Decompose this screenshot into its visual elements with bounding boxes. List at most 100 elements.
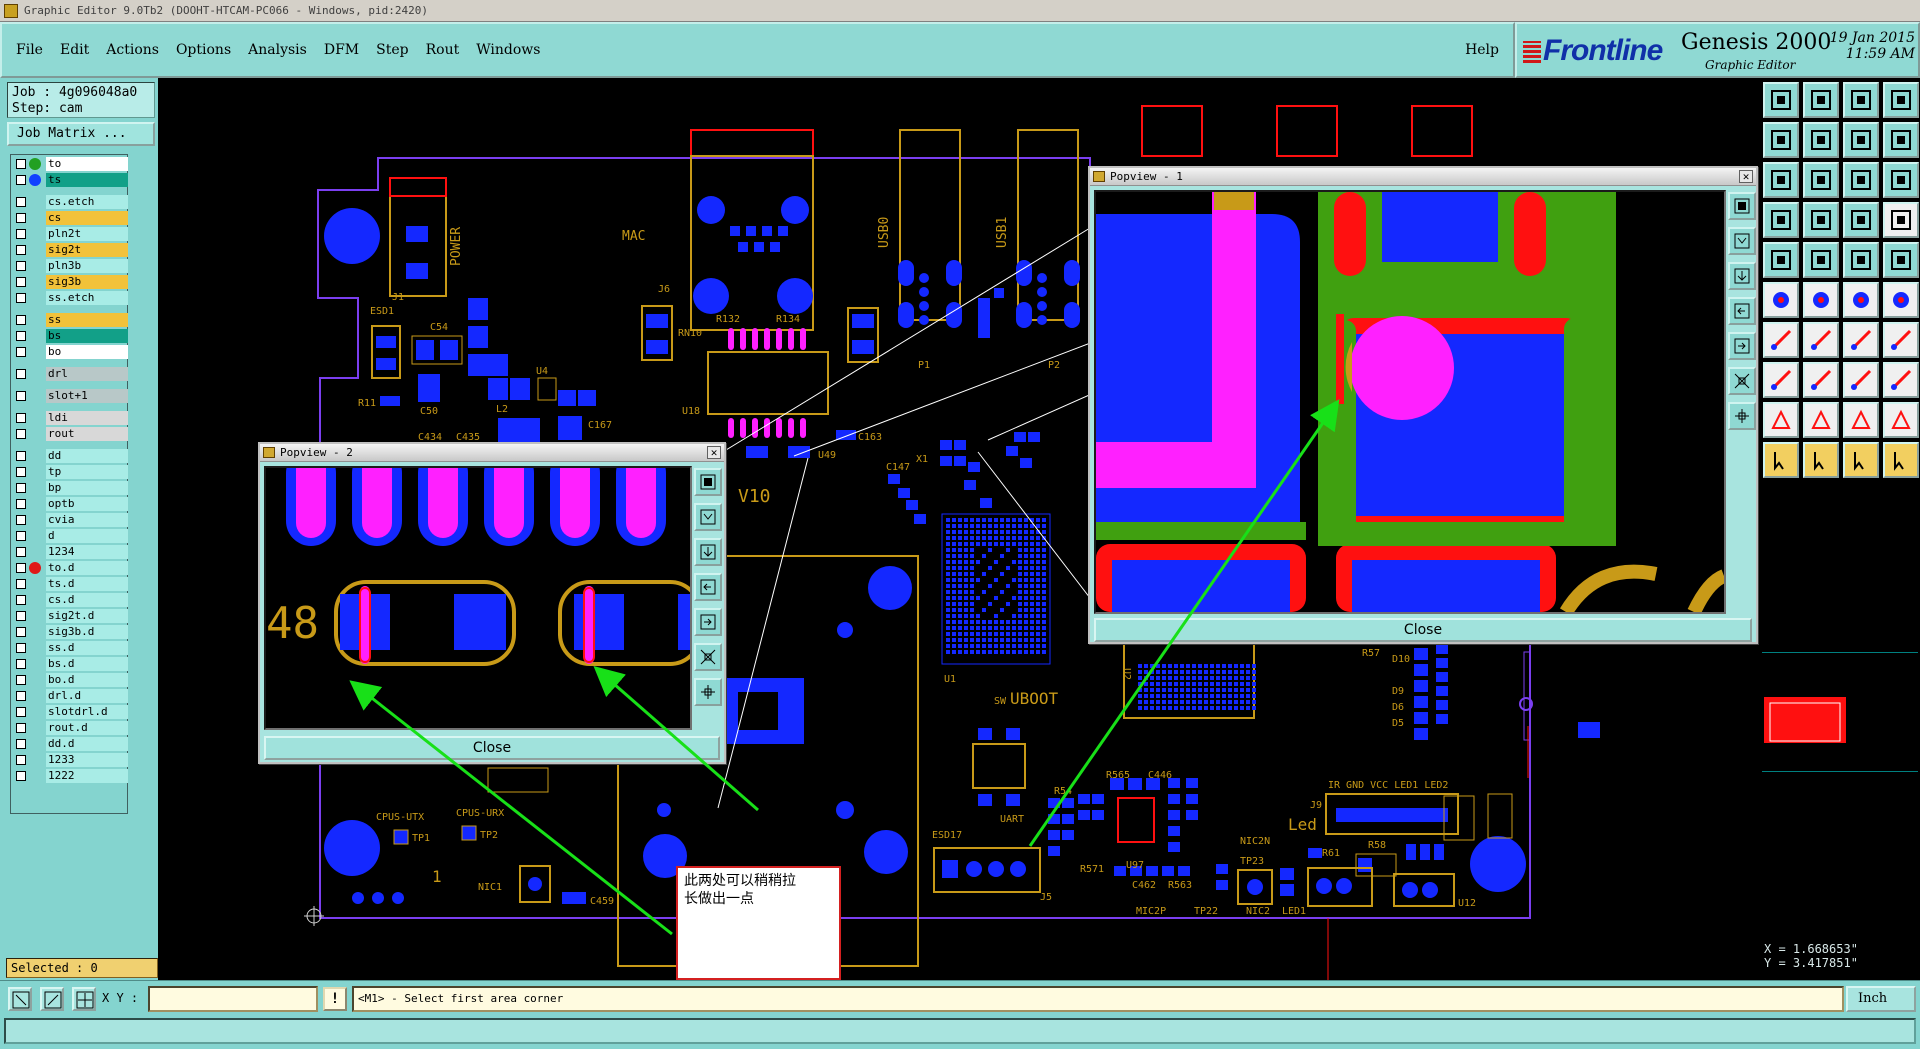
tool-button-15[interactable] (1843, 202, 1879, 238)
layer-checkbox[interactable] (16, 739, 26, 749)
minimap[interactable] (1762, 652, 1918, 772)
tool-button-12[interactable] (1883, 162, 1919, 198)
layer-checkbox[interactable] (16, 643, 26, 653)
tool-button-22[interactable] (1803, 282, 1839, 318)
tool-button-17[interactable] (1763, 242, 1799, 278)
layer-row[interactable]: 1222 (12, 769, 128, 783)
layer-name[interactable]: dd (46, 449, 128, 463)
popview-1-tool-6[interactable] (1728, 367, 1756, 395)
layer-name[interactable]: rout (46, 427, 128, 441)
tool-button-28[interactable] (1883, 322, 1919, 358)
layer-checkbox[interactable] (16, 451, 26, 461)
popview-2-tool-5[interactable] (694, 608, 722, 636)
edit-mode-button[interactable] (40, 987, 64, 1011)
popview-1-tool-3[interactable] (1728, 262, 1756, 290)
tool-button-33[interactable] (1763, 402, 1799, 438)
tool-button-5[interactable] (1763, 122, 1799, 158)
popview-2-tool-6[interactable] (694, 643, 722, 671)
layer-name[interactable]: sig2t.d (46, 609, 128, 623)
tool-button-29[interactable] (1763, 362, 1799, 398)
layer-row[interactable]: ss.d (12, 641, 128, 655)
popview-2-view[interactable]: 48 (264, 466, 692, 730)
layer-name[interactable]: 1233 (46, 753, 128, 767)
tool-button-7[interactable] (1843, 122, 1879, 158)
tool-button-39[interactable] (1843, 442, 1879, 478)
tool-button-8[interactable] (1883, 122, 1919, 158)
layer-row[interactable]: bo (12, 345, 128, 359)
layer-name[interactable]: pln3b (46, 259, 128, 273)
grid-mode-button[interactable] (72, 987, 96, 1011)
layer-checkbox[interactable] (16, 347, 26, 357)
layer-checkbox[interactable] (16, 563, 26, 573)
tool-button-35[interactable] (1843, 402, 1879, 438)
tool-button-26[interactable] (1803, 322, 1839, 358)
xy-input[interactable] (148, 986, 318, 1012)
layer-row[interactable]: dd.d (12, 737, 128, 751)
layer-checkbox[interactable] (16, 611, 26, 621)
layer-name[interactable]: sig3b.d (46, 625, 128, 639)
layer-row[interactable]: slot+1 (12, 389, 128, 403)
layer-row[interactable]: ss.etch (12, 291, 128, 305)
tool-button-14[interactable] (1803, 202, 1839, 238)
tool-button-13[interactable] (1763, 202, 1799, 238)
layer-checkbox[interactable] (16, 277, 26, 287)
layer-row[interactable]: drl.d (12, 689, 128, 703)
tool-button-25[interactable] (1763, 322, 1799, 358)
layer-checkbox[interactable] (16, 175, 26, 185)
popview-1-view[interactable] (1094, 190, 1726, 614)
tool-button-37[interactable] (1763, 442, 1799, 478)
popview-2-tool-4[interactable] (694, 573, 722, 601)
popview-2-tool-2[interactable] (694, 503, 722, 531)
layer-name[interactable]: ts (46, 173, 128, 187)
tool-button-40[interactable] (1883, 442, 1919, 478)
menu-windows[interactable]: Windows (476, 42, 540, 58)
layer-name[interactable]: cvia (46, 513, 128, 527)
layer-name[interactable]: 1222 (46, 769, 128, 783)
menu-analysis[interactable]: Analysis (248, 42, 307, 58)
tool-button-11[interactable] (1843, 162, 1879, 198)
layer-checkbox[interactable] (16, 579, 26, 589)
layer-checkbox[interactable] (16, 467, 26, 477)
layer-row[interactable]: ts.d (12, 577, 128, 591)
layer-name[interactable]: dd.d (46, 737, 128, 751)
layer-checkbox[interactable] (16, 369, 26, 379)
tool-button-3[interactable] (1843, 82, 1879, 118)
tool-button-16[interactable] (1883, 202, 1919, 238)
layer-row[interactable]: ts (12, 173, 128, 187)
layer-name[interactable]: bs.d (46, 657, 128, 671)
layer-checkbox[interactable] (16, 659, 26, 669)
tool-button-30[interactable] (1803, 362, 1839, 398)
tool-button-20[interactable] (1883, 242, 1919, 278)
popview-1-tool-7[interactable] (1728, 402, 1756, 430)
popview-1-tool-4[interactable] (1728, 297, 1756, 325)
popview-1-tool-5[interactable] (1728, 332, 1756, 360)
tool-button-10[interactable] (1803, 162, 1839, 198)
tool-button-31[interactable] (1843, 362, 1879, 398)
layer-checkbox[interactable] (16, 755, 26, 765)
layer-name[interactable]: to (46, 157, 128, 171)
layer-row[interactable]: 1234 (12, 545, 128, 559)
layer-name[interactable]: slotdrl.d (46, 705, 128, 719)
tool-button-27[interactable] (1843, 322, 1879, 358)
layer-checkbox[interactable] (16, 293, 26, 303)
layer-checkbox[interactable] (16, 159, 26, 169)
tool-button-21[interactable] (1763, 282, 1799, 318)
layer-row[interactable]: to.d (12, 561, 128, 575)
layer-row[interactable]: sig3b.d (12, 625, 128, 639)
tool-button-23[interactable] (1843, 282, 1879, 318)
layer-row[interactable]: rout.d (12, 721, 128, 735)
tool-button-2[interactable] (1803, 82, 1839, 118)
tool-button-24[interactable] (1883, 282, 1919, 318)
layer-checkbox[interactable] (16, 483, 26, 493)
popview-2-tool-1[interactable] (694, 468, 722, 496)
layer-row[interactable]: pln3b (12, 259, 128, 273)
layer-checkbox[interactable] (16, 675, 26, 685)
popview-2-tool-7[interactable] (694, 678, 722, 706)
layer-name[interactable]: bp (46, 481, 128, 495)
layer-checkbox[interactable] (16, 197, 26, 207)
layer-name[interactable]: tp (46, 465, 128, 479)
layer-row[interactable]: slotdrl.d (12, 705, 128, 719)
menu-rout[interactable]: Rout (426, 42, 460, 58)
tool-button-18[interactable] (1803, 242, 1839, 278)
layer-checkbox[interactable] (16, 515, 26, 525)
